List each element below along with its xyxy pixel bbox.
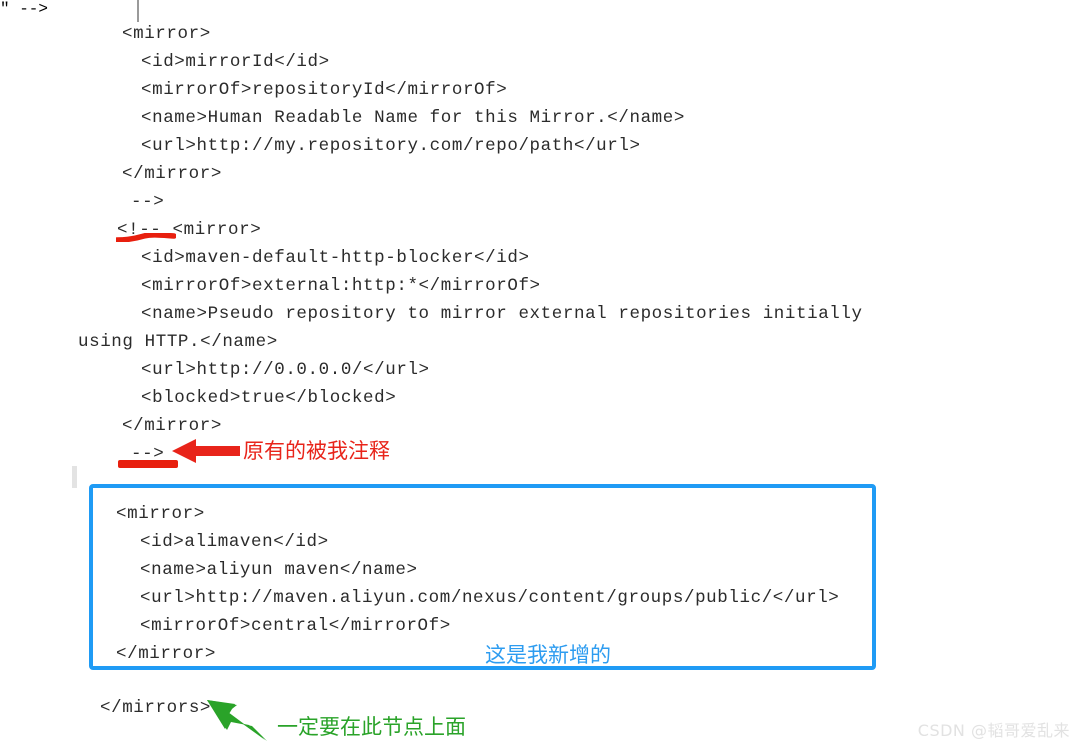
green-up-left-arrow-icon <box>207 700 267 741</box>
highlight-code-line: <name>aliyun maven</name> <box>140 560 418 580</box>
highlight-code-line: <id>alimaven</id> <box>140 532 329 552</box>
red-underline-stroke <box>116 233 176 242</box>
code-line: --> <box>131 192 165 212</box>
text-caret <box>137 0 139 22</box>
closing-tag-line: </mirrors> <box>100 698 212 718</box>
code-line: <name>Human Readable Name for this Mirro… <box>141 108 685 128</box>
highlight-code-line: </mirror> <box>116 644 216 664</box>
code-line: <mirrorOf>repositoryId</mirrorOf> <box>141 80 508 100</box>
annotation-red-text: 原有的被我注释 <box>243 439 390 463</box>
left-gutter-mark <box>72 466 77 488</box>
code-line-wrapped: using HTTP.</name> <box>78 332 278 352</box>
code-line: <mirror> <box>122 24 211 44</box>
highlight-code-line: <url>http://maven.aliyun.com/nexus/conte… <box>140 588 840 608</box>
code-line: <blocked>true</blocked> <box>141 388 397 408</box>
csdn-watermark: CSDN @韬哥爱乱来 <box>917 721 1070 740</box>
code-line: <id>mirrorId</id> <box>141 52 330 72</box>
highlight-code-line: <mirror> <box>116 504 205 524</box>
red-left-arrow-icon <box>172 439 240 463</box>
highlight-code-line: <mirrorOf>central</mirrorOf> <box>140 616 451 636</box>
code-line: <id>maven-default-http-blocker</id> <box>141 248 530 268</box>
highlighted-code-box: <mirror> <id>alimaven</id> <name>aliyun … <box>89 484 876 670</box>
red-underline-stroke <box>118 460 178 468</box>
annotation-blue-text: 这是我新增的 <box>485 643 611 667</box>
annotation-green-text: 一定要在此节点上面 <box>277 715 466 739</box>
code-line: </mirror> <box>122 164 222 184</box>
code-line: <url>http://0.0.0.0/</url> <box>141 360 430 380</box>
code-line: <mirrorOf>external:http:*</mirrorOf> <box>141 276 541 296</box>
code-line: </mirror> <box>122 416 222 436</box>
code-line: <name>Pseudo repository to mirror extern… <box>141 304 863 324</box>
code-line: <url>http://my.repository.com/repo/path<… <box>141 136 641 156</box>
code-snippet-area: <mirror> <id>mirrorId</id> <mirrorOf>rep… <box>0 0 1086 751</box>
